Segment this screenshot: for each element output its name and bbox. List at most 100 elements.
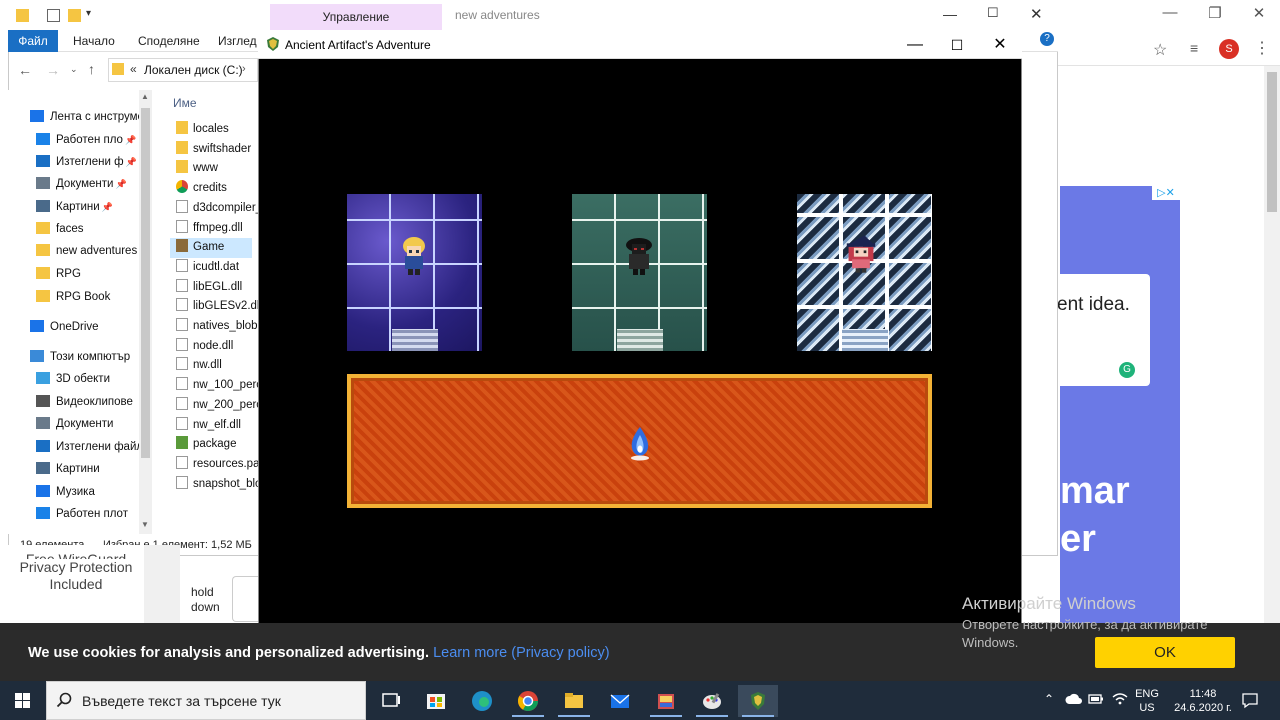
game-close-button[interactable]: ✕ — [980, 34, 1020, 56]
nav-item[interactable]: Лента с инструме — [30, 106, 144, 128]
nav-item[interactable]: Изтеглени файл — [36, 436, 143, 458]
nav-scroll-thumb[interactable] — [141, 108, 150, 458]
mail-icon[interactable] — [600, 685, 640, 717]
rpg-maker-icon[interactable] — [646, 685, 686, 717]
file-row[interactable]: package — [176, 435, 236, 455]
file-row[interactable]: swiftshader — [176, 140, 251, 160]
nav-scroll-down-icon[interactable]: ▼ — [141, 520, 149, 529]
windows-start-icon[interactable] — [0, 681, 46, 720]
file-row[interactable]: ffmpeg.dll — [176, 219, 243, 239]
playlist-icon[interactable]: ≡ — [1190, 40, 1198, 56]
nav-scroll-up-icon[interactable]: ▲ — [141, 92, 149, 101]
nav-item[interactable]: Работен плот — [36, 503, 128, 525]
tab-home[interactable]: Начало — [73, 34, 115, 48]
back-arrow-icon[interactable]: ← — [18, 62, 32, 78]
explorer-minimize-button[interactable]: — — [943, 6, 957, 22]
properties-icon[interactable] — [47, 9, 60, 22]
forward-arrow-icon[interactable]: → — [46, 62, 60, 78]
browser-scroll-thumb[interactable] — [1267, 72, 1277, 212]
file-row[interactable]: nw_100_perc — [176, 376, 262, 396]
nav-item[interactable]: RPG — [36, 263, 81, 285]
paint-icon[interactable] — [692, 685, 732, 717]
contextual-tab-manage[interactable]: Управление — [270, 4, 442, 30]
microsoft-store-icon[interactable] — [416, 685, 456, 717]
file-explorer-icon[interactable] — [554, 685, 594, 717]
hold-key-button[interactable] — [232, 576, 258, 622]
nav-item[interactable]: OneDrive — [30, 316, 99, 338]
chrome-icon[interactable] — [508, 685, 548, 717]
profile-avatar[interactable]: S — [1219, 39, 1239, 59]
privacy-policy-link[interactable]: Learn more (Privacy policy) — [433, 645, 609, 661]
address-overflow[interactable]: « — [130, 62, 137, 76]
nav-item[interactable]: Картини 📌 — [36, 196, 113, 218]
battery-icon[interactable] — [1088, 692, 1104, 706]
file-row[interactable]: credits — [176, 179, 227, 199]
file-row[interactable]: d3dcompiler_ — [176, 199, 262, 219]
edge-icon[interactable] — [462, 685, 502, 717]
address-path[interactable]: Локален диск (C:) — [144, 63, 243, 77]
nav-item[interactable]: Изтеглени ф 📌 — [36, 151, 137, 173]
up-arrow-icon[interactable]: ↑ — [88, 61, 95, 77]
help-icon[interactable]: ? — [1040, 32, 1054, 46]
file-name: nw.dll — [193, 359, 222, 372]
game-minimize-button[interactable]: — — [895, 34, 935, 56]
file-row[interactable]: icudtl.dat — [176, 258, 239, 278]
file-row[interactable]: snapshot_blo — [176, 475, 261, 495]
nav-item[interactable]: Работен пло 📌 — [36, 129, 136, 151]
red-haired-witch-sprite[interactable] — [845, 234, 877, 274]
nav-item[interactable]: Видеоклипове — [36, 391, 133, 413]
nav-item[interactable]: Картини — [36, 458, 100, 480]
nav-item[interactable]: Документи — [36, 413, 113, 435]
dark-hooded-sprite[interactable] — [623, 236, 655, 276]
language-indicator[interactable]: ENG US — [1130, 687, 1164, 715]
file-row[interactable]: libGLESv2.dll — [176, 297, 262, 317]
clock[interactable]: 11:48 24.6.2020 г. — [1168, 687, 1238, 715]
file-row[interactable]: natives_blob. — [176, 317, 261, 337]
onedrive-cloud-icon[interactable] — [1065, 693, 1083, 705]
game-canvas[interactable] — [259, 59, 1021, 643]
tab-view[interactable]: Изглед — [218, 34, 257, 48]
nav-item[interactable]: RPG Book — [36, 286, 110, 308]
file-row[interactable]: libEGL.dll — [176, 278, 242, 298]
address-chevron-icon[interactable]: › — [242, 63, 246, 75]
file-row[interactable]: nw_200_perc — [176, 396, 262, 416]
file-row[interactable]: node.dll — [176, 337, 233, 357]
nav-item[interactable]: new adventures — [36, 240, 137, 262]
wifi-icon[interactable] — [1112, 692, 1128, 706]
nav-item-label: new adventures — [56, 245, 138, 257]
tab-file[interactable]: Файл — [8, 30, 58, 52]
nav-item[interactable]: Документи 📌 — [36, 173, 127, 195]
game-maximize-button[interactable]: ☐ — [937, 34, 977, 56]
blonde-hero-sprite[interactable] — [398, 236, 430, 276]
bookmark-star-icon[interactable]: ☆ — [1153, 40, 1167, 60]
new-folder-icon[interactable] — [68, 9, 81, 22]
file-row[interactable]: locales — [176, 120, 229, 140]
file-row[interactable]: resources.pal — [176, 455, 262, 475]
file-row[interactable]: nw.dll — [176, 356, 222, 376]
file-row[interactable]: www — [176, 159, 218, 179]
file-row[interactable]: Game — [170, 238, 252, 258]
ad-close-button[interactable]: ▷✕ — [1152, 186, 1180, 200]
document-icon — [36, 177, 50, 189]
nav-item[interactable]: Този компютър — [30, 346, 130, 368]
explorer-maximize-button[interactable]: ☐ — [987, 5, 999, 21]
tab-share[interactable]: Споделяне — [138, 34, 200, 48]
column-header-name[interactable]: Име — [173, 96, 197, 110]
browser-menu-icon[interactable]: ⋮ — [1254, 38, 1270, 58]
browser-close-button[interactable]: ✕ — [1244, 4, 1274, 22]
nav-item[interactable]: Музика — [36, 481, 95, 503]
explorer-window-title: new adventures — [455, 8, 540, 22]
notification-center-icon[interactable] — [1241, 691, 1259, 709]
recent-locations-icon[interactable]: ⌄ — [70, 64, 78, 75]
nav-item[interactable]: faces — [36, 218, 84, 240]
task-view-icon[interactable] — [370, 685, 410, 717]
explorer-close-button[interactable]: ✕ — [1030, 5, 1043, 23]
nav-item[interactable]: 3D обекти — [36, 368, 110, 390]
file-row[interactable]: nw_elf.dll — [176, 416, 241, 436]
blue-flame-sprite[interactable] — [627, 425, 653, 461]
game-taskbar-icon[interactable] — [738, 685, 778, 717]
customize-toolbar-icon[interactable]: ▾ — [86, 8, 91, 19]
tray-expand-icon[interactable]: ⌃ — [1044, 692, 1054, 706]
browser-restore-button[interactable]: ❐ — [1200, 4, 1230, 22]
browser-minimize-button[interactable]: — — [1155, 4, 1185, 21]
